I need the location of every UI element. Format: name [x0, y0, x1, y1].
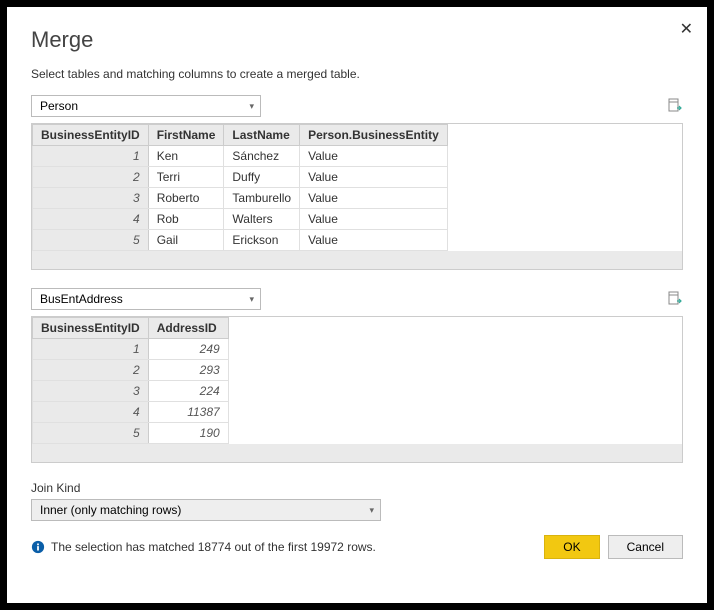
expand-table-icon[interactable]: [667, 98, 683, 114]
chevron-down-icon: ▾: [249, 294, 254, 305]
expand-table-icon[interactable]: [667, 291, 683, 307]
table-row: 1KenSánchezValue: [33, 146, 448, 167]
col-header[interactable]: LastName: [224, 125, 300, 146]
col-header[interactable]: AddressID: [148, 318, 228, 339]
col-header[interactable]: BusinessEntityID: [33, 318, 149, 339]
table1-selected: Person: [40, 99, 78, 113]
table1-dropdown[interactable]: Person ▾: [31, 95, 261, 117]
join-kind-dropdown[interactable]: Inner (only matching rows) ▾: [31, 499, 381, 521]
match-status: The selection has matched 18774 out of t…: [51, 540, 376, 554]
info-icon: [31, 540, 45, 554]
table2-selected: BusEntAddress: [40, 292, 123, 306]
table-row: 5190: [33, 423, 229, 444]
table-filler: [32, 444, 682, 462]
merge-dialog: ✕ Merge Select tables and matching colum…: [7, 7, 707, 603]
cancel-button[interactable]: Cancel: [608, 535, 683, 559]
table-row: 1249: [33, 339, 229, 360]
join-kind-selected: Inner (only matching rows): [40, 503, 181, 517]
table-filler: [32, 251, 682, 269]
dialog-title: Merge: [31, 27, 683, 53]
table-row: 5GailEricksonValue: [33, 230, 448, 251]
table-row: 3RobertoTamburelloValue: [33, 188, 448, 209]
table1-preview: BusinessEntityID FirstName LastName Pers…: [31, 123, 683, 270]
table-row: 411387: [33, 402, 229, 423]
table2-preview: BusinessEntityID AddressID 1249 2293 322…: [31, 316, 683, 463]
col-header[interactable]: FirstName: [148, 125, 224, 146]
table2-dropdown[interactable]: BusEntAddress ▾: [31, 288, 261, 310]
col-header[interactable]: BusinessEntityID: [33, 125, 149, 146]
col-header[interactable]: Person.BusinessEntity: [300, 125, 448, 146]
close-icon[interactable]: ✕: [680, 19, 693, 39]
table-row: 4RobWaltersValue: [33, 209, 448, 230]
table-row: 3224: [33, 381, 229, 402]
join-kind-label: Join Kind: [31, 481, 683, 495]
chevron-down-icon: ▾: [369, 505, 374, 516]
dialog-subtitle: Select tables and matching columns to cr…: [31, 67, 683, 81]
chevron-down-icon: ▾: [249, 101, 254, 112]
table-row: 2293: [33, 360, 229, 381]
table-row: 2TerriDuffyValue: [33, 167, 448, 188]
ok-button[interactable]: OK: [544, 535, 599, 559]
